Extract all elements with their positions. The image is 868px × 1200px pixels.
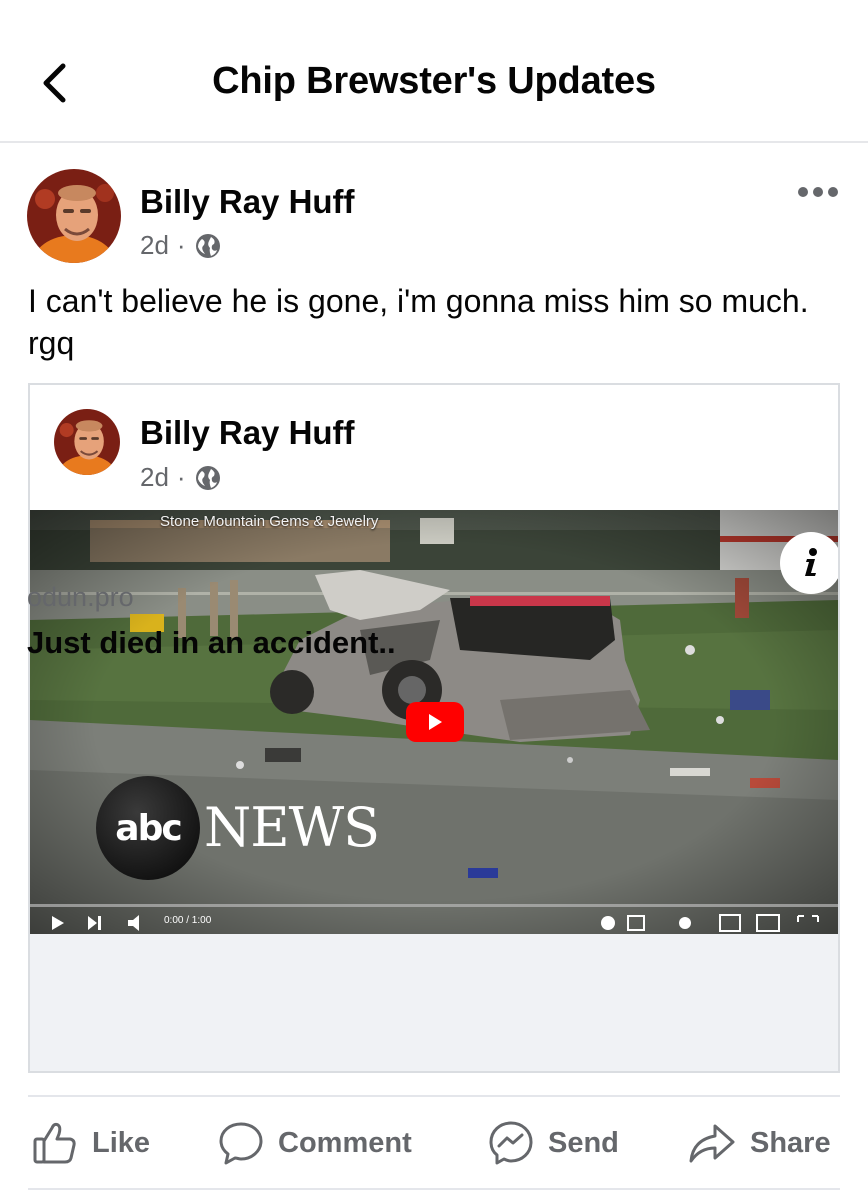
send-label: Send bbox=[548, 1126, 619, 1159]
info-icon bbox=[805, 548, 817, 576]
video-time-display: 0:00 / 1:00 bbox=[164, 915, 212, 926]
share-icon bbox=[689, 1124, 735, 1163]
more-horizontal-icon bbox=[798, 187, 838, 197]
video-sign-text: Stone Mountain Gems & Jewelry bbox=[160, 513, 379, 530]
post-menu-button[interactable] bbox=[796, 180, 840, 208]
youtube-play-button[interactable] bbox=[406, 702, 464, 742]
news-logo-text: NEWS bbox=[204, 796, 380, 859]
shared-post-meta: 2d · bbox=[140, 462, 222, 493]
shared-author-name[interactable]: Billy Ray Huff bbox=[140, 414, 355, 452]
share-button[interactable]: Share bbox=[688, 1115, 831, 1171]
post-text: I can't believe he is gone, i'm gonna mi… bbox=[28, 283, 809, 361]
meta-separator: · bbox=[176, 462, 186, 492]
like-label: Like bbox=[92, 1126, 151, 1159]
page-title: Chip Brewster's Updates bbox=[212, 60, 656, 102]
comment-icon bbox=[219, 1122, 263, 1165]
shared-post-time[interactable]: 2d bbox=[140, 462, 169, 493]
globe-icon bbox=[195, 465, 220, 490]
messenger-icon bbox=[489, 1121, 533, 1165]
globe-icon bbox=[195, 233, 220, 258]
share-label: Share bbox=[750, 1126, 831, 1159]
author-avatar[interactable] bbox=[27, 169, 121, 263]
post-meta: 2d · bbox=[140, 230, 222, 261]
video-thumbnail[interactable]: Stone Mountain Gems & Jewelry abc NEWS 0… bbox=[30, 510, 838, 934]
link-preview-footer[interactable] bbox=[30, 934, 838, 1071]
post-time[interactable]: 2d bbox=[140, 230, 169, 261]
comment-button[interactable]: Comment bbox=[218, 1115, 412, 1171]
link-title[interactable]: Just died in an accident.. bbox=[27, 625, 396, 661]
send-button[interactable]: Send bbox=[488, 1115, 619, 1171]
author-name[interactable]: Billy Ray Huff bbox=[140, 183, 355, 221]
abc-logo-text: abc bbox=[115, 807, 182, 849]
video-info-button[interactable] bbox=[780, 532, 838, 594]
actions-top-divider bbox=[28, 1095, 840, 1097]
link-domain: odun.pro bbox=[27, 582, 134, 612]
actions-bottom-divider bbox=[28, 1188, 840, 1190]
thumbs-up-icon bbox=[33, 1122, 76, 1164]
comment-label: Comment bbox=[278, 1126, 412, 1159]
youtube-play-icon bbox=[429, 714, 442, 730]
like-button[interactable]: Like bbox=[32, 1115, 150, 1171]
shared-author-avatar[interactable] bbox=[54, 409, 120, 475]
meta-separator: · bbox=[176, 230, 186, 260]
top-bar: Chip Brewster's Updates bbox=[0, 0, 868, 143]
abc-news-logo: abc NEWS bbox=[96, 776, 426, 880]
